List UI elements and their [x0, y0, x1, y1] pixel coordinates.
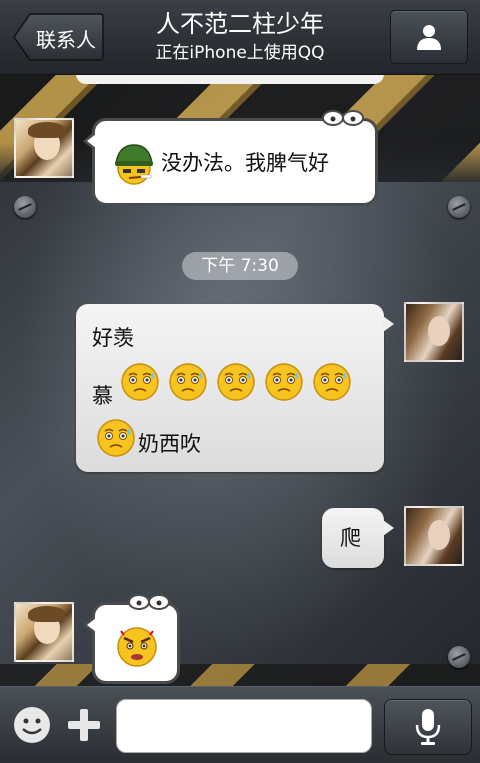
- chat-header: 联系人 人不范二柱少年 正在iPhone上使用QQ: [0, 0, 480, 75]
- bubble-eyes-decoration: [322, 110, 364, 126]
- worried-sweat-emoji: [313, 363, 351, 401]
- worried-sweat-emoji: [97, 419, 135, 457]
- message-text-line2: 慕: [92, 384, 113, 408]
- back-button[interactable]: 联系人: [12, 12, 104, 62]
- input-bar: [0, 686, 480, 763]
- voice-button[interactable]: [384, 699, 472, 755]
- message-input[interactable]: [116, 699, 372, 753]
- smiley-icon[interactable]: [12, 705, 52, 745]
- previous-message-bubble: [76, 74, 384, 84]
- message-bubble-outgoing[interactable]: 爬: [322, 508, 394, 568]
- back-button-label: 联系人: [36, 28, 96, 52]
- message-text: 没办法。我脾气好: [161, 151, 329, 175]
- microphone-icon: [415, 709, 441, 745]
- worried-sweat-emoji: [265, 363, 303, 401]
- worried-sweat-emoji: [217, 363, 255, 401]
- contact-name: 人不范二柱少年: [156, 10, 324, 38]
- timestamp: 下午 7:30: [182, 252, 298, 280]
- screw-decoration: [448, 196, 470, 218]
- contact-avatar[interactable]: [14, 118, 74, 178]
- bubble-eyes-decoration: [128, 594, 170, 610]
- angry-emoji: [117, 627, 157, 667]
- my-avatar[interactable]: [404, 302, 464, 362]
- message-text-line3: 奶西吹: [138, 432, 201, 456]
- soldier-helmet-emoji: [115, 144, 153, 185]
- chat-area[interactable]: 没办法。我脾气好 下午 7:30 好羡 慕 奶西吹 爬: [0, 74, 480, 686]
- contact-avatar[interactable]: [14, 602, 74, 662]
- worried-sweat-emoji: [121, 363, 159, 401]
- worried-sweat-emoji: [169, 363, 207, 401]
- person-icon: [417, 25, 441, 50]
- message-text-line1: 好羡: [92, 326, 134, 350]
- screw-decoration: [14, 196, 36, 218]
- message-bubble-incoming[interactable]: 没办法。我脾气好: [83, 110, 378, 206]
- screw-decoration: [448, 646, 470, 668]
- background-stripes-bottom: [0, 664, 480, 686]
- message-text: 爬: [340, 526, 361, 550]
- my-avatar[interactable]: [404, 506, 464, 566]
- contact-status: 正在iPhone上使用QQ: [155, 43, 325, 63]
- profile-button[interactable]: [390, 10, 468, 64]
- plus-icon[interactable]: [64, 705, 104, 745]
- message-bubble-incoming[interactable]: [83, 594, 180, 684]
